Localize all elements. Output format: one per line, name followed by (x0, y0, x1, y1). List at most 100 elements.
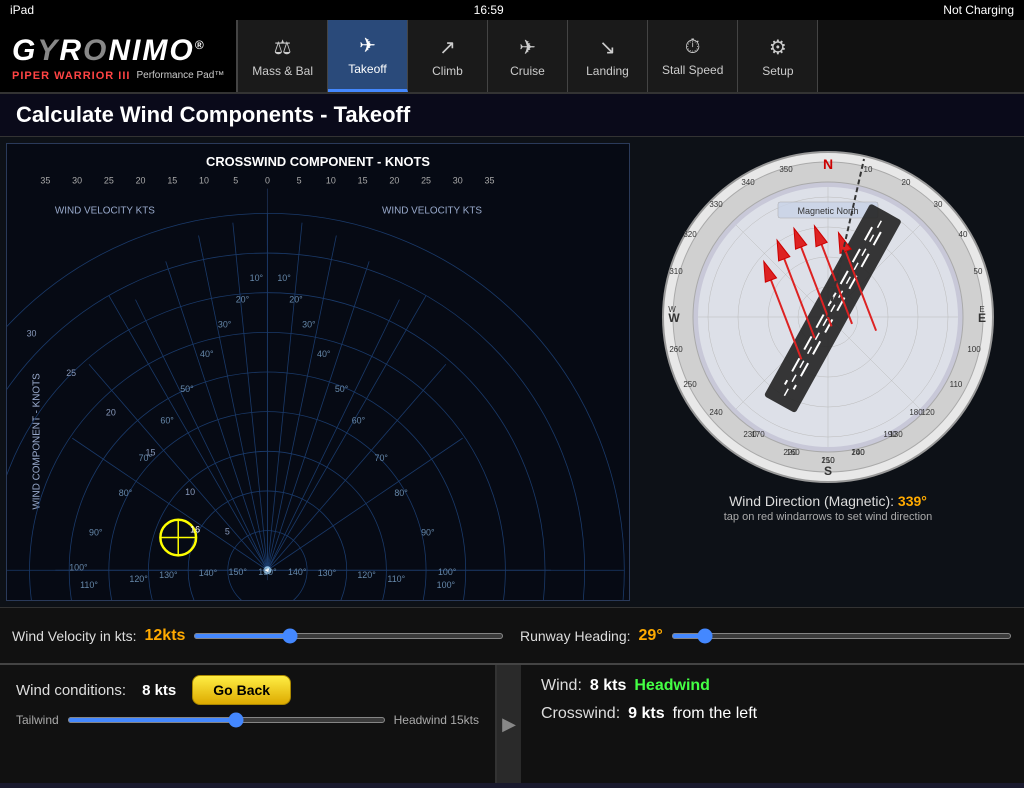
svg-text:20°: 20° (289, 295, 303, 305)
svg-text:150°: 150° (258, 567, 277, 577)
svg-text:20: 20 (136, 176, 146, 186)
tab-mass-bal[interactable]: ⚖ Mass & Bal (238, 20, 328, 92)
wind-cond-label: Wind conditions: (16, 682, 126, 699)
svg-text:20: 20 (106, 408, 116, 418)
wind-condition-slider[interactable] (67, 717, 386, 723)
svg-text:25: 25 (104, 176, 114, 186)
separator: ▶ (497, 665, 521, 783)
svg-text:WIND VELOCITY KTS: WIND VELOCITY KTS (55, 205, 155, 216)
wind-result-row: Wind: 8 kts Headwind (541, 677, 1004, 695)
runway-slider[interactable] (671, 633, 1012, 639)
svg-text:20: 20 (902, 178, 911, 187)
battery-status: Not Charging (943, 3, 1014, 17)
svg-text:30: 30 (934, 200, 943, 209)
svg-text:350: 350 (779, 165, 793, 174)
app-logo: GYRONIMO® (12, 31, 224, 68)
compass-info: Wind Direction (Magnetic): 339° tap on r… (716, 487, 941, 529)
svg-text:140°: 140° (199, 568, 218, 578)
tab-setup[interactable]: ⚙ Setup (738, 20, 818, 92)
svg-text:20°: 20° (236, 295, 250, 305)
svg-text:30: 30 (453, 176, 463, 186)
svg-text:WIND COMPONENT - KNOTS: WIND COMPONENT - KNOTS (31, 373, 42, 510)
wind-chart[interactable]: CROSSWIND COMPONENT - KNOTS 35 30 25 20 … (6, 143, 630, 601)
runway-slider-group: Runway Heading: 29° (520, 627, 1012, 645)
svg-text:40°: 40° (317, 349, 331, 359)
svg-text:Magnetic North: Magnetic North (797, 206, 858, 216)
svg-text:16: 16 (190, 525, 200, 535)
svg-text:110: 110 (950, 380, 963, 389)
svg-text:CROSSWIND COMPONENT - KNOTS: CROSSWIND COMPONENT - KNOTS (206, 154, 430, 169)
tab-stall-speed[interactable]: ⏱ Stall Speed (648, 20, 738, 92)
setup-icon: ⚙ (769, 35, 787, 60)
svg-text:30°: 30° (218, 319, 232, 329)
svg-text:30°: 30° (302, 319, 316, 329)
svg-text:10°: 10° (250, 273, 264, 283)
svg-text:25: 25 (66, 368, 76, 378)
wind-direction-hint: tap on red windarrows to set wind direct… (724, 511, 933, 523)
results-panel: Wind: 8 kts Headwind Crosswind: 9 kts fr… (521, 665, 1024, 783)
svg-text:35: 35 (40, 176, 50, 186)
wind-chart-svg: CROSSWIND COMPONENT - KNOTS 35 30 25 20 … (7, 144, 629, 600)
svg-text:10: 10 (185, 487, 195, 497)
go-back-button[interactable]: Go Back (192, 675, 291, 705)
cruise-icon: ✈ (519, 35, 536, 60)
tab-climb-label: Climb (432, 64, 463, 78)
tab-climb[interactable]: ↗ Climb (408, 20, 488, 92)
compass[interactable]: N S E W 10 20 30 40 50 E 100 110 120 130… (658, 147, 998, 487)
bottom-panel: Wind conditions: 8 kts Go Back Tailwind … (0, 663, 1024, 783)
runway-label: Runway Heading: (520, 628, 631, 644)
svg-text:10: 10 (864, 165, 873, 174)
svg-text:50: 50 (974, 267, 983, 276)
svg-text:130°: 130° (159, 570, 178, 580)
svg-text:15: 15 (146, 447, 156, 457)
tab-stall-speed-label: Stall Speed (662, 63, 723, 77)
aircraft-name: PIPER WARRIOR III (12, 70, 130, 82)
velocity-slider[interactable] (193, 633, 504, 639)
time-display: 16:59 (474, 3, 504, 17)
svg-text:50°: 50° (180, 384, 194, 394)
logo-text: GYRONIMO® (12, 34, 206, 67)
wind-direction-display: Wind Direction (Magnetic): 339° (724, 493, 933, 509)
mass-bal-icon: ⚖ (274, 35, 292, 60)
svg-text:150°: 150° (228, 567, 247, 577)
svg-text:70°: 70° (375, 453, 389, 463)
svg-text:N: N (823, 156, 833, 172)
headwind-label: Headwind 15kts (394, 713, 479, 727)
tab-mass-bal-label: Mass & Bal (252, 64, 313, 78)
svg-text:220: 220 (783, 448, 797, 457)
svg-text:10°: 10° (277, 273, 291, 283)
takeoff-icon: ✈ (359, 33, 376, 58)
tab-landing-label: Landing (586, 64, 629, 78)
wind-cond-top: Wind conditions: 8 kts Go Back (16, 675, 479, 705)
svg-text:120: 120 (921, 408, 935, 417)
nav-tabs: ⚖ Mass & Bal ✈ Takeoff ↗ Climb ✈ Cruise … (238, 20, 1024, 92)
svg-text:60°: 60° (352, 416, 366, 426)
tab-cruise[interactable]: ✈ Cruise (488, 20, 568, 92)
svg-text:230: 230 (743, 430, 757, 439)
wind-result-value: 8 kts (590, 677, 626, 695)
logo-area: GYRONIMO® PIPER WARRIOR III Performance … (0, 20, 238, 92)
stall-speed-icon: ⏱ (685, 36, 701, 59)
crosswind-result-label: Crosswind: (541, 705, 620, 723)
tab-landing[interactable]: ↘ Landing (568, 20, 648, 92)
svg-text:100: 100 (967, 345, 981, 354)
svg-text:100°: 100° (438, 567, 457, 577)
svg-text:100°: 100° (437, 580, 456, 590)
svg-text:50°: 50° (335, 384, 349, 394)
main-content: CROSSWIND COMPONENT - KNOTS 35 30 25 20 … (0, 137, 1024, 607)
tailwind-label: Tailwind (16, 713, 59, 727)
svg-text:310: 310 (669, 267, 683, 276)
wind-conditions-panel: Wind conditions: 8 kts Go Back Tailwind … (0, 665, 497, 783)
crosswind-result-value: 9 kts (628, 705, 664, 723)
tab-takeoff[interactable]: ✈ Takeoff (328, 20, 408, 92)
svg-text:200: 200 (851, 448, 865, 457)
svg-text:10: 10 (326, 176, 336, 186)
wind-cond-value: 8 kts (142, 682, 176, 699)
tab-cruise-label: Cruise (510, 64, 545, 78)
svg-text:5: 5 (233, 176, 238, 186)
crosswind-result-row: Crosswind: 9 kts from the left (541, 705, 1004, 723)
separator-arrow-icon: ▶ (502, 714, 516, 735)
svg-text:30: 30 (27, 328, 37, 338)
svg-text:240: 240 (709, 408, 723, 417)
svg-text:210: 210 (821, 456, 835, 465)
